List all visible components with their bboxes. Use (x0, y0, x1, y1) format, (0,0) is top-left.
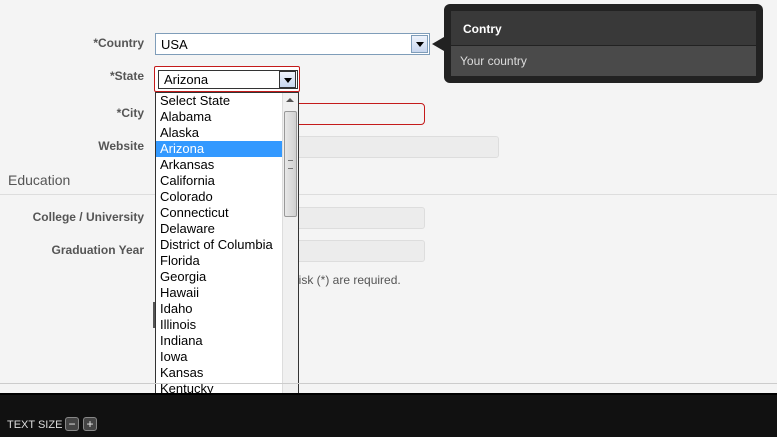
state-option[interactable]: Georgia (156, 269, 283, 285)
state-option[interactable]: Indiana (156, 333, 283, 349)
dropdown-scrollbar[interactable] (282, 93, 298, 411)
content-divider (0, 383, 777, 384)
scrollbar-thumb[interactable] (284, 111, 297, 217)
education-section-title: Education (8, 172, 71, 188)
state-select[interactable]: Arizona (158, 70, 298, 89)
tooltip-pointer (432, 37, 444, 51)
college-label: College / University (32, 210, 144, 224)
city-label: *City (116, 106, 144, 120)
city-input[interactable] (288, 103, 425, 125)
website-input[interactable] (288, 136, 499, 158)
state-option[interactable]: Delaware (156, 221, 283, 237)
chevron-down-icon[interactable] (279, 71, 296, 88)
state-dropdown-list[interactable]: Select State Alabama Alaska Arizona Arkansas… (155, 92, 299, 412)
state-option[interactable]: Idaho (156, 301, 283, 317)
state-option[interactable]: Select State (156, 93, 283, 109)
state-option[interactable]: Illinois (156, 317, 283, 333)
state-option[interactable]: Arkansas (156, 157, 283, 173)
country-label: *Country (93, 36, 144, 50)
state-option[interactable]: Connecticut (156, 205, 283, 221)
decrease-text-size-button[interactable]: − (65, 417, 79, 431)
graduation-year-label: Graduation Year (51, 243, 144, 257)
state-option[interactable]: Arizona (156, 141, 283, 157)
website-label: Website (98, 139, 144, 153)
state-option[interactable]: California (156, 173, 283, 189)
state-option[interactable]: Hawaii (156, 285, 283, 301)
state-select-wrapper: Arizona (154, 66, 300, 92)
state-option[interactable]: Kansas (156, 365, 283, 381)
state-option[interactable]: Alaska (156, 125, 283, 141)
state-option[interactable]: Florida (156, 253, 283, 269)
state-option[interactable]: Alabama (156, 109, 283, 125)
graduation-year-input[interactable] (288, 240, 425, 262)
tooltip-body: Your country (451, 46, 756, 76)
footer-bar: TEXT SIZE − + (0, 393, 777, 437)
required-note: erisk (*) are required. (288, 273, 401, 287)
country-tooltip: Contry Your country (444, 4, 763, 83)
increase-text-size-button[interactable]: + (83, 417, 97, 431)
text-size-label: TEXT SIZE (7, 419, 63, 431)
state-option[interactable]: Iowa (156, 349, 283, 365)
state-value: Arizona (164, 72, 209, 87)
chevron-down-icon[interactable] (411, 35, 428, 53)
college-input[interactable] (288, 207, 425, 229)
arrow-up-icon[interactable] (286, 98, 294, 102)
country-value: USA (161, 37, 188, 52)
state-option[interactable]: District of Columbia (156, 237, 283, 253)
tooltip-title: Contry (451, 11, 756, 45)
state-label: *State (109, 69, 144, 83)
section-divider (0, 194, 777, 195)
country-select[interactable]: USA (155, 33, 430, 55)
state-options: Select State Alabama Alaska Arizona Arkansas… (156, 93, 283, 411)
state-option[interactable]: Colorado (156, 189, 283, 205)
